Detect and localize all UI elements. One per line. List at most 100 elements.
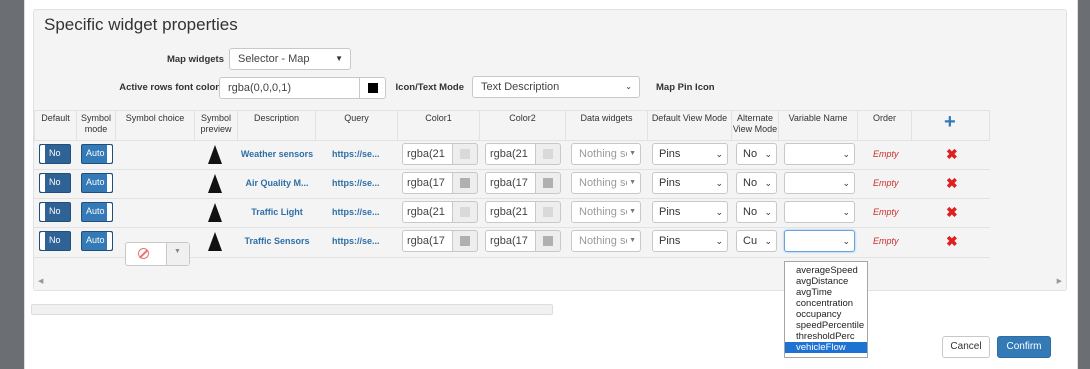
symbol-mode-toggle[interactable]: Auto [81, 144, 113, 164]
row-query[interactable]: https://se... [332, 178, 380, 188]
variable-name-select[interactable]: ⌄ [784, 201, 855, 223]
map-pin-icon-label: Map Pin Icon [656, 82, 715, 93]
background-right [1076, 0, 1090, 369]
scroll-right-icon[interactable]: ▶ [1057, 277, 1062, 285]
dropdown-option[interactable]: concentration [785, 298, 867, 309]
header-data-widgets: Data widgets [566, 110, 648, 140]
scroll-left-icon[interactable]: ◀ [38, 277, 43, 285]
color2-input[interactable]: rgba(21 [485, 201, 536, 223]
color2-picker[interactable] [536, 143, 561, 165]
default-toggle[interactable]: No [39, 173, 71, 193]
chevron-down-icon: ⌄ [625, 82, 632, 91]
confirm-button[interactable]: Confirm [997, 336, 1051, 358]
arrow-up-icon [208, 232, 222, 251]
variable-name-select[interactable]: ⌄ [784, 230, 855, 252]
header-symbol-choice: Symbol choice [116, 110, 195, 140]
color1-picker[interactable] [453, 230, 478, 252]
row-query[interactable]: https://se... [332, 236, 380, 246]
order-value: Empty [873, 149, 899, 159]
default-toggle[interactable]: No [39, 144, 71, 164]
row-description[interactable]: Air Quality M... [238, 178, 316, 188]
widget-properties-panel: Specific widget properties Map widgets S… [33, 9, 1067, 291]
default-view-select[interactable]: Pins ⌄ [652, 201, 728, 223]
alt-view-select[interactable]: No ⌄ [736, 172, 777, 194]
dropdown-option[interactable]: averageSpeed [785, 265, 867, 276]
variable-name-select[interactable]: ⌄ [784, 172, 855, 194]
color2-input[interactable]: rgba(17 [485, 172, 536, 194]
map-widgets-select[interactable]: Selector - Map ▼ [229, 48, 351, 70]
x-icon[interactable]: ✖ [946, 205, 958, 219]
x-icon[interactable]: ✖ [946, 176, 958, 190]
map-widgets-label: Map widgets [166, 54, 224, 65]
color2-picker[interactable] [536, 230, 561, 252]
color1-picker[interactable] [453, 172, 478, 194]
symbol-choice-select[interactable]: ▼ [125, 242, 190, 266]
dropdown-option[interactable]: avgTime [785, 287, 867, 298]
row-description[interactable]: Weather sensors [238, 149, 316, 159]
dropdown-option[interactable]: avgDistance [785, 276, 867, 287]
order-value: Empty [873, 236, 899, 246]
arrow-up-icon [208, 203, 222, 222]
font-color-label: Active rows font color [119, 82, 219, 93]
color1-picker[interactable] [453, 201, 478, 223]
row-description[interactable]: Traffic Light [238, 207, 316, 217]
alt-view-select[interactable]: No ⌄ [736, 201, 777, 223]
color1-picker[interactable] [453, 143, 478, 165]
color1-input[interactable]: rgba(21 [402, 201, 453, 223]
cancel-button[interactable]: Cancel [942, 336, 990, 358]
symbol-mode-toggle[interactable]: Auto [81, 173, 113, 193]
alt-view-select[interactable]: Cu ⌄ [736, 230, 777, 252]
header-symbol-mode: Symbol mode [77, 110, 116, 140]
data-widgets-select[interactable]: Nothing se ▼ [571, 201, 641, 223]
data-widgets-select[interactable]: Nothing se ▼ [571, 230, 641, 252]
color2-picker[interactable] [536, 172, 561, 194]
arrow-up-icon [208, 145, 222, 164]
ban-icon [138, 248, 149, 259]
default-toggle[interactable]: No [39, 231, 71, 251]
font-color-input[interactable]: rgba(0,0,0,1) [219, 77, 360, 99]
x-icon[interactable]: ✖ [946, 234, 958, 248]
header-alternate-view-mode: Alternate View Mode [732, 110, 779, 140]
modal-dialog: Specific widget properties Map widgets S… [24, 0, 1078, 369]
default-view-select[interactable]: Pins ⌄ [652, 172, 728, 194]
header-variable-name: Variable Name [779, 110, 858, 140]
symbol-mode-toggle[interactable]: Auto [81, 202, 113, 222]
dropdown-option-highlighted[interactable]: vehicleFlow [785, 342, 867, 353]
font-color-picker[interactable] [359, 77, 386, 99]
horizontal-scrollbar[interactable]: ◀ ▶ [34, 277, 1066, 289]
chevron-down-icon[interactable]: ▼ [166, 243, 189, 265]
header-default: Default [34, 110, 77, 140]
dropdown-option[interactable]: speedPercentile [785, 320, 867, 331]
data-widgets-select[interactable]: Nothing se ▼ [571, 143, 641, 165]
symbol-mode-toggle[interactable]: Auto [81, 231, 113, 251]
color2-input[interactable]: rgba(17 [485, 230, 536, 252]
row-query[interactable]: https://se... [332, 149, 380, 159]
plus-icon[interactable]: + [944, 112, 956, 132]
default-view-select[interactable]: Pins ⌄ [652, 143, 728, 165]
alt-view-select[interactable]: No ⌄ [736, 143, 777, 165]
variable-name-select[interactable]: ⌄ [784, 143, 855, 165]
row-query[interactable]: https://se... [332, 207, 380, 217]
data-widgets-select[interactable]: Nothing se ▼ [571, 172, 641, 194]
color2-picker[interactable] [536, 201, 561, 223]
header-query: Query [316, 110, 398, 140]
default-view-select[interactable]: Pins ⌄ [652, 230, 728, 252]
dropdown-option[interactable]: thresholdPerc [785, 331, 867, 342]
order-value: Empty [873, 178, 899, 188]
color1-input[interactable]: rgba(17 [402, 172, 453, 194]
icon-text-mode-label: Icon/Text Mode [395, 82, 464, 93]
progress-bar [31, 304, 553, 315]
header-color1: Color1 [398, 110, 480, 140]
header-description: Description [238, 110, 316, 140]
color2-input[interactable]: rgba(21 [485, 143, 536, 165]
dropdown-option[interactable]: occupancy [785, 309, 867, 320]
x-icon[interactable]: ✖ [946, 147, 958, 161]
header-default-view-mode: Default View Mode [648, 110, 732, 140]
icon-text-mode-select[interactable]: Text Description ⌄ [472, 76, 640, 98]
row-description[interactable]: Traffic Sensors [238, 236, 316, 246]
color1-input[interactable]: rgba(17 [402, 230, 453, 252]
default-toggle[interactable]: No [39, 202, 71, 222]
order-value: Empty [873, 207, 899, 217]
color1-input[interactable]: rgba(21 [402, 143, 453, 165]
header-add: + [912, 110, 990, 140]
